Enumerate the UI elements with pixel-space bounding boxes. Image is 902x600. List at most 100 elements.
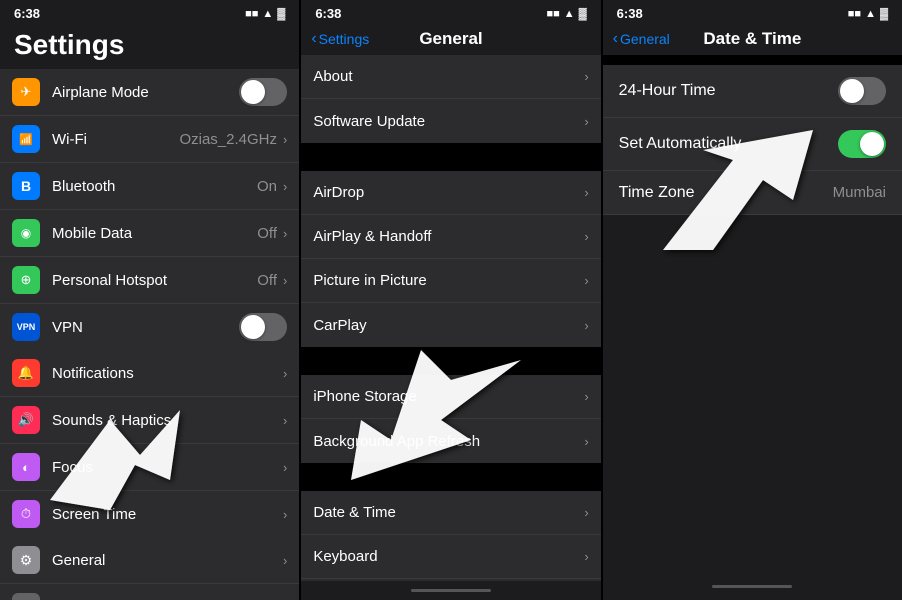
focus-chevron: › [283, 460, 287, 475]
section-locale: Date & Time › Keyboard › Fonts › Languag… [301, 491, 600, 581]
divider-g1 [301, 143, 600, 171]
vpn-toggle[interactable] [239, 313, 287, 341]
item-set-automatically[interactable]: Set Automatically [603, 118, 902, 171]
hotspot-chevron: › [283, 273, 287, 288]
panel-date-time: 6:38 ■■ ▲ ▓ ‹ General Date & Time 24-Hou… [601, 0, 902, 600]
pip-chevron: › [584, 273, 588, 288]
datetime-section: 24-Hour Time Set Automatically Time Zone… [603, 65, 902, 215]
item-24hour[interactable]: 24-Hour Time [603, 65, 902, 118]
screen-time-icon: ⏱ [12, 500, 40, 528]
item-mobile-data[interactable]: ◉ Mobile Data Off › [0, 210, 299, 257]
carplay-chevron: › [584, 318, 588, 333]
about-label: About [313, 68, 584, 85]
notifications-chevron: › [283, 366, 287, 381]
section-storage: iPhone Storage › Background App Refresh … [301, 375, 600, 463]
item-about[interactable]: About › [301, 55, 600, 99]
notifications-label: Notifications [52, 365, 283, 382]
item-screen-time[interactable]: ⏱ Screen Time › [0, 491, 299, 537]
back-label-general: General [620, 31, 670, 47]
section-system: ⚙ General › ◈ Control Centre › ☀ Display… [0, 537, 299, 600]
item-sounds[interactable]: 🔊 Sounds & Haptics › [0, 397, 299, 444]
time-zone-label: Time Zone [619, 184, 833, 202]
panel-settings: 6:38 ■■ ▲ ▓ Settings ✈ Airplane Mode 📶 W… [0, 0, 299, 600]
section-connectivity: ✈ Airplane Mode 📶 Wi-Fi Ozias_2.4GHz › B… [0, 69, 299, 350]
iphone-storage-label: iPhone Storage [313, 388, 584, 405]
item-time-zone[interactable]: Time Zone Mumbai [603, 171, 902, 215]
scroll-indicator-panel3 [603, 581, 902, 592]
software-update-chevron: › [584, 114, 588, 129]
background-refresh-label: Background App Refresh [313, 433, 584, 450]
item-vpn[interactable]: VPN VPN [0, 304, 299, 350]
item-bluetooth[interactable]: B Bluetooth On › [0, 163, 299, 210]
hotspot-value: Off [257, 272, 277, 289]
divider-g3 [301, 463, 600, 491]
time-zone-value: Mumbai [833, 184, 886, 201]
notifications-icon: 🔔 [12, 359, 40, 387]
signal-icon-2: ■■ [546, 8, 559, 20]
item-personal-hotspot[interactable]: ⊕ Personal Hotspot Off › [0, 257, 299, 304]
mobile-data-value: Off [257, 225, 277, 242]
item-airplay[interactable]: AirPlay & Handoff › [301, 215, 600, 259]
24hour-toggle[interactable] [838, 77, 886, 105]
carplay-label: CarPlay [313, 317, 584, 334]
bluetooth-chevron: › [283, 179, 287, 194]
focus-icon: ◐ [12, 453, 40, 481]
bluetooth-label: Bluetooth [52, 178, 257, 195]
status-bar-3: 6:38 ■■ ▲ ▓ [603, 0, 902, 25]
top-spacer-3 [603, 55, 902, 65]
bluetooth-icon: B [12, 172, 40, 200]
item-focus[interactable]: ◐ Focus › [0, 444, 299, 491]
item-keyboard[interactable]: Keyboard › [301, 535, 600, 579]
airplane-toggle[interactable] [239, 78, 287, 106]
mobile-data-icon: ◉ [12, 219, 40, 247]
status-bar-2: 6:38 ■■ ▲ ▓ [301, 0, 600, 25]
sounds-chevron: › [283, 413, 287, 428]
screen-time-chevron: › [283, 507, 287, 522]
item-notifications[interactable]: 🔔 Notifications › [0, 350, 299, 397]
item-wifi[interactable]: 📶 Wi-Fi Ozias_2.4GHz › [0, 116, 299, 163]
about-chevron: › [584, 69, 588, 84]
airdrop-label: AirDrop [313, 184, 584, 201]
status-time-3: 6:38 [617, 6, 643, 21]
item-control-centre[interactable]: ◈ Control Centre › [0, 584, 299, 600]
item-airplane-mode[interactable]: ✈ Airplane Mode [0, 69, 299, 116]
wifi-status-icon-3: ▲ [865, 8, 876, 20]
wifi-status-icon: ▲ [262, 8, 273, 20]
set-automatically-toggle[interactable] [838, 130, 886, 158]
set-automatically-label: Set Automatically [619, 135, 838, 153]
back-button-general[interactable]: ‹ General [613, 30, 670, 48]
signal-icon-3: ■■ [848, 8, 861, 20]
airplay-chevron: › [584, 229, 588, 244]
background-refresh-chevron: › [584, 434, 588, 449]
item-background-refresh[interactable]: Background App Refresh › [301, 419, 600, 463]
status-bar-1: 6:38 ■■ ▲ ▓ [0, 0, 299, 25]
panel-general: 6:38 ■■ ▲ ▓ ‹ Settings General About › S… [299, 0, 600, 600]
sounds-icon: 🔊 [12, 406, 40, 434]
airplane-mode-icon: ✈ [12, 78, 40, 106]
status-time-1: 6:38 [14, 6, 40, 21]
battery-icon: ▓ [277, 8, 285, 20]
bluetooth-value: On [257, 178, 277, 195]
vpn-label: VPN [52, 319, 239, 336]
general-label: General [52, 552, 283, 569]
nav-title-datetime: Date & Time [703, 29, 801, 49]
scroll-bar-3 [712, 585, 792, 588]
status-time-2: 6:38 [315, 6, 341, 21]
24hour-label: 24-Hour Time [619, 82, 838, 100]
scroll-indicator-panel2 [301, 581, 600, 600]
general-settings-list: About › Software Update › AirDrop › AirP… [301, 55, 600, 581]
back-button-settings[interactable]: ‹ Settings [311, 30, 369, 48]
item-date-time[interactable]: Date & Time › [301, 491, 600, 535]
iphone-storage-chevron: › [584, 389, 588, 404]
battery-icon-2: ▓ [579, 8, 587, 20]
airplay-label: AirPlay & Handoff [313, 228, 584, 245]
item-pip[interactable]: Picture in Picture › [301, 259, 600, 303]
item-carplay[interactable]: CarPlay › [301, 303, 600, 347]
nav-bar-general: ‹ Settings General [301, 25, 600, 55]
item-iphone-storage[interactable]: iPhone Storage › [301, 375, 600, 419]
item-general[interactable]: ⚙ General › [0, 537, 299, 584]
divider-g2 [301, 347, 600, 375]
item-software-update[interactable]: Software Update › [301, 99, 600, 143]
item-airdrop[interactable]: AirDrop › [301, 171, 600, 215]
general-chevron: › [283, 553, 287, 568]
